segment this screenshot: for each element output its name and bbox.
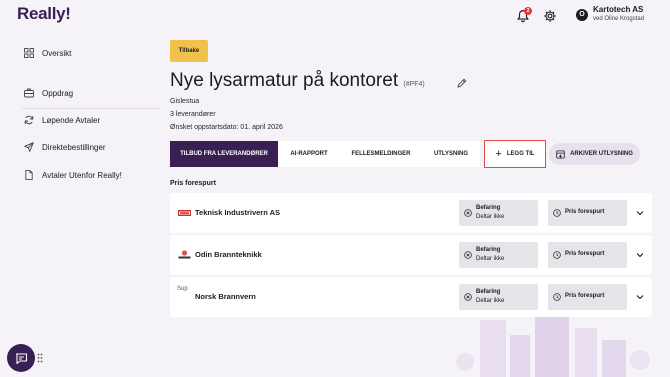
inspection-status: Befaring Deltar ikke: [459, 284, 538, 310]
briefcase-icon: [24, 88, 34, 98]
sidebar-item-avtaler-utenfor[interactable]: Avtaler Utenfor Really!: [24, 170, 122, 180]
status-title: Befaring: [476, 205, 501, 211]
page-title: Nye lysarmatur på kontoret (#PF4): [170, 70, 425, 92]
tab-fellesmeldinger[interactable]: FELLESMELDINGER: [340, 141, 422, 167]
project-code: (#PF4): [403, 81, 425, 88]
price-status: Pris forespurt: [548, 242, 627, 268]
sidebar-item-label: Oppdrag: [42, 88, 74, 98]
refresh-icon: [24, 115, 34, 125]
status-subtitle: Deltar ikke: [476, 214, 505, 220]
user-name: ved Oline Krogstad: [593, 16, 645, 22]
sidebar-item-label: Løpende Avtaler: [42, 115, 101, 125]
status-subtitle: Deltar ikke: [476, 256, 505, 262]
inspection-status: Befaring Deltar ikke: [459, 242, 538, 268]
status-subtitle: Deltar ikke: [476, 298, 505, 304]
sidebar-item-label: Oversikt: [42, 48, 72, 58]
sidebar-item-direktebestillinger[interactable]: Direktebestillinger: [24, 142, 106, 152]
supplier-name: Odin Brannteknikk: [195, 250, 262, 259]
add-button[interactable]: + LEGG TIL: [484, 140, 546, 168]
sidebar-item-label: Avtaler Utenfor Really!: [42, 170, 122, 180]
price-label: Pris forespurt: [565, 209, 605, 215]
price-status: Pris forespurt: [548, 284, 627, 310]
supplier-count-text: 3 leverandører: [170, 111, 216, 118]
tab-bar: TILBUD FRA LEVERANDØRER AI-RAPPORT FELLE…: [170, 141, 480, 167]
app-logo[interactable]: Really!: [17, 4, 71, 24]
supplier-name: Teknisk Industrivern AS: [195, 208, 281, 217]
location-text: Gislestua: [170, 98, 200, 105]
start-date-text: Ønsket oppstartsdato: 01. april 2026: [170, 124, 283, 131]
inspection-status: Befaring Deltar ikke: [459, 200, 538, 226]
chevron-down-icon[interactable]: [636, 293, 644, 301]
chat-button[interactable]: [7, 344, 35, 372]
grid-icon: [24, 48, 34, 58]
top-bar: Really! 2 O Kartotech AS ved Oline Krogs…: [0, 0, 670, 34]
company-name[interactable]: Kartotech AS: [593, 5, 643, 14]
clock-icon: [553, 209, 561, 217]
status-title: Befaring: [476, 289, 501, 295]
supplier-logo: [178, 210, 191, 216]
supplier-row[interactable]: Sup Norsk Brannvern Befaring Deltar ikke…: [170, 277, 652, 317]
sidebar-item-lopende-avtaler[interactable]: Løpende Avtaler: [24, 115, 100, 125]
supplier-row[interactable]: Teknisk Industrivern AS Befaring Deltar …: [170, 193, 652, 233]
section-heading: Pris forespurt: [170, 180, 216, 187]
archive-button[interactable]: ARKIVER UTLYSNING: [549, 143, 640, 165]
sidebar-divider: [22, 108, 160, 109]
supplier-logo: [178, 250, 191, 259]
tab-tilbud[interactable]: TILBUD FRA LEVERANDØRER: [170, 141, 278, 167]
archive-button-label: ARKIVER UTLYSNING: [570, 151, 633, 157]
plus-icon: +: [495, 147, 502, 160]
sidebar-item-oppdrag[interactable]: Oppdrag: [24, 88, 73, 98]
x-circle-icon: [464, 251, 472, 259]
clock-icon: [553, 293, 561, 301]
drag-handle-icon[interactable]: [37, 353, 43, 363]
chevron-down-icon[interactable]: [636, 251, 644, 259]
avatar[interactable]: O: [576, 9, 588, 21]
pencil-icon[interactable]: [457, 78, 467, 88]
x-circle-icon: [464, 209, 472, 217]
send-icon: [24, 142, 34, 152]
supplier-row[interactable]: Odin Brannteknikk Befaring Deltar ikke P…: [170, 235, 652, 275]
supplier-logo-alt-text: Sup: [177, 286, 188, 292]
price-label: Pris forespurt: [565, 293, 605, 299]
add-button-label: LEGG TIL: [506, 151, 535, 157]
chevron-down-icon[interactable]: [636, 209, 644, 217]
clock-icon: [553, 251, 561, 259]
gear-icon[interactable]: [543, 9, 557, 23]
sidebar-item-label: Direktebestillinger: [42, 142, 106, 152]
status-title: Befaring: [476, 247, 501, 253]
archive-icon: [556, 149, 565, 159]
chat-bubble-icon: [15, 352, 27, 364]
document-icon: [25, 170, 33, 180]
tab-ai-rapport[interactable]: AI-RAPPORT: [278, 141, 340, 167]
price-status: Pris forespurt: [548, 200, 627, 226]
supplier-name: Norsk Brannvern: [195, 292, 256, 301]
tab-utlysning[interactable]: UTLYSNING: [422, 141, 480, 167]
sidebar-item-oversikt[interactable]: Oversikt: [24, 48, 71, 58]
back-button[interactable]: Tilbake: [170, 40, 208, 62]
x-circle-icon: [464, 293, 472, 301]
page-title-text: Nye lysarmatur på kontoret: [170, 70, 399, 91]
price-label: Pris forespurt: [565, 251, 605, 257]
notification-badge: 2: [524, 7, 532, 15]
